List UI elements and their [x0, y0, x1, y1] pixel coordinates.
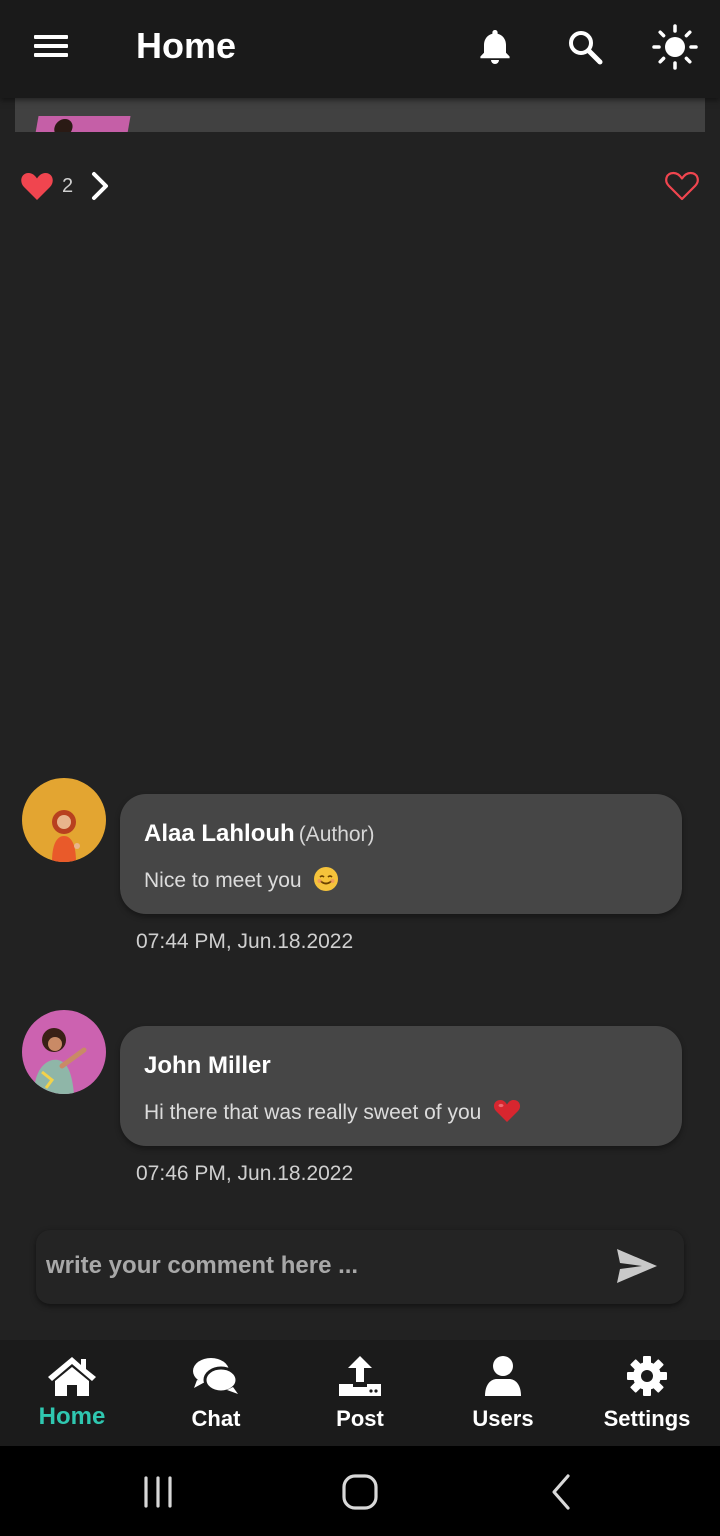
- heart-filled-icon: [21, 173, 53, 200]
- comment-input[interactable]: [46, 1244, 606, 1288]
- app-bar: Home: [0, 0, 720, 98]
- smiling-face-emoji: [314, 867, 339, 891]
- sun-icon[interactable]: [650, 22, 700, 72]
- post-image: [31, 116, 131, 132]
- search-icon[interactable]: [560, 22, 610, 72]
- likes-row: 2: [20, 166, 113, 206]
- comment-text: Hi there that was really sweet of you: [144, 1098, 521, 1125]
- comment-composer: [36, 1230, 684, 1304]
- nav-settings[interactable]: Settings: [577, 1340, 717, 1446]
- back-icon[interactable]: [532, 1470, 592, 1514]
- heart-outline-icon[interactable]: [664, 169, 700, 203]
- chat-icon: [193, 1358, 239, 1394]
- nav-users[interactable]: Users: [433, 1340, 573, 1446]
- gear-icon: [627, 1356, 667, 1396]
- nav-post-label: Post: [336, 1406, 384, 1431]
- page-title: Home: [136, 25, 237, 66]
- send-icon[interactable]: [614, 1246, 660, 1286]
- nav-settings-label: Settings: [603, 1406, 691, 1431]
- post-card[interactable]: [15, 98, 705, 132]
- red-heart-emoji: [494, 1100, 521, 1122]
- comment-timestamp: 07:44 PM, Jun.18.2022: [136, 930, 354, 953]
- system-navigation-bar: [0, 1446, 720, 1536]
- nav-post[interactable]: Post: [290, 1340, 430, 1446]
- avatar[interactable]: [22, 1010, 106, 1094]
- home-circle-icon[interactable]: [330, 1470, 390, 1514]
- upload-icon: [339, 1356, 381, 1396]
- comment-bubble: John Miller Hi there that was really swe…: [120, 1026, 682, 1146]
- avatar[interactable]: [22, 778, 106, 862]
- nav-chat[interactable]: Chat: [146, 1340, 286, 1446]
- menu-icon[interactable]: [30, 28, 74, 64]
- author-role: (Author): [298, 823, 375, 846]
- comment-author: Alaa Lahlouh (Author): [144, 820, 375, 847]
- home-icon: [48, 1357, 96, 1396]
- recent-apps-icon[interactable]: [128, 1470, 188, 1514]
- comment-author: John Miller: [144, 1052, 271, 1079]
- comment-timestamp: 07:46 PM, Jun.18.2022: [136, 1162, 354, 1185]
- comment-bubble: Alaa Lahlouh (Author) Nice to meet you: [120, 794, 682, 914]
- user-icon: [485, 1356, 521, 1396]
- comment-text: Nice to meet you: [144, 866, 339, 893]
- chevron-right-icon[interactable]: [87, 169, 113, 203]
- bottom-navigation: Home Chat Post Users Settings: [0, 1340, 720, 1446]
- nav-home-label: Home: [38, 1403, 106, 1430]
- nav-users-label: Users: [472, 1406, 534, 1431]
- nav-home[interactable]: Home: [2, 1340, 142, 1446]
- nav-chat-label: Chat: [191, 1406, 241, 1431]
- bell-icon[interactable]: [470, 22, 520, 72]
- like-count: 2: [62, 174, 74, 197]
